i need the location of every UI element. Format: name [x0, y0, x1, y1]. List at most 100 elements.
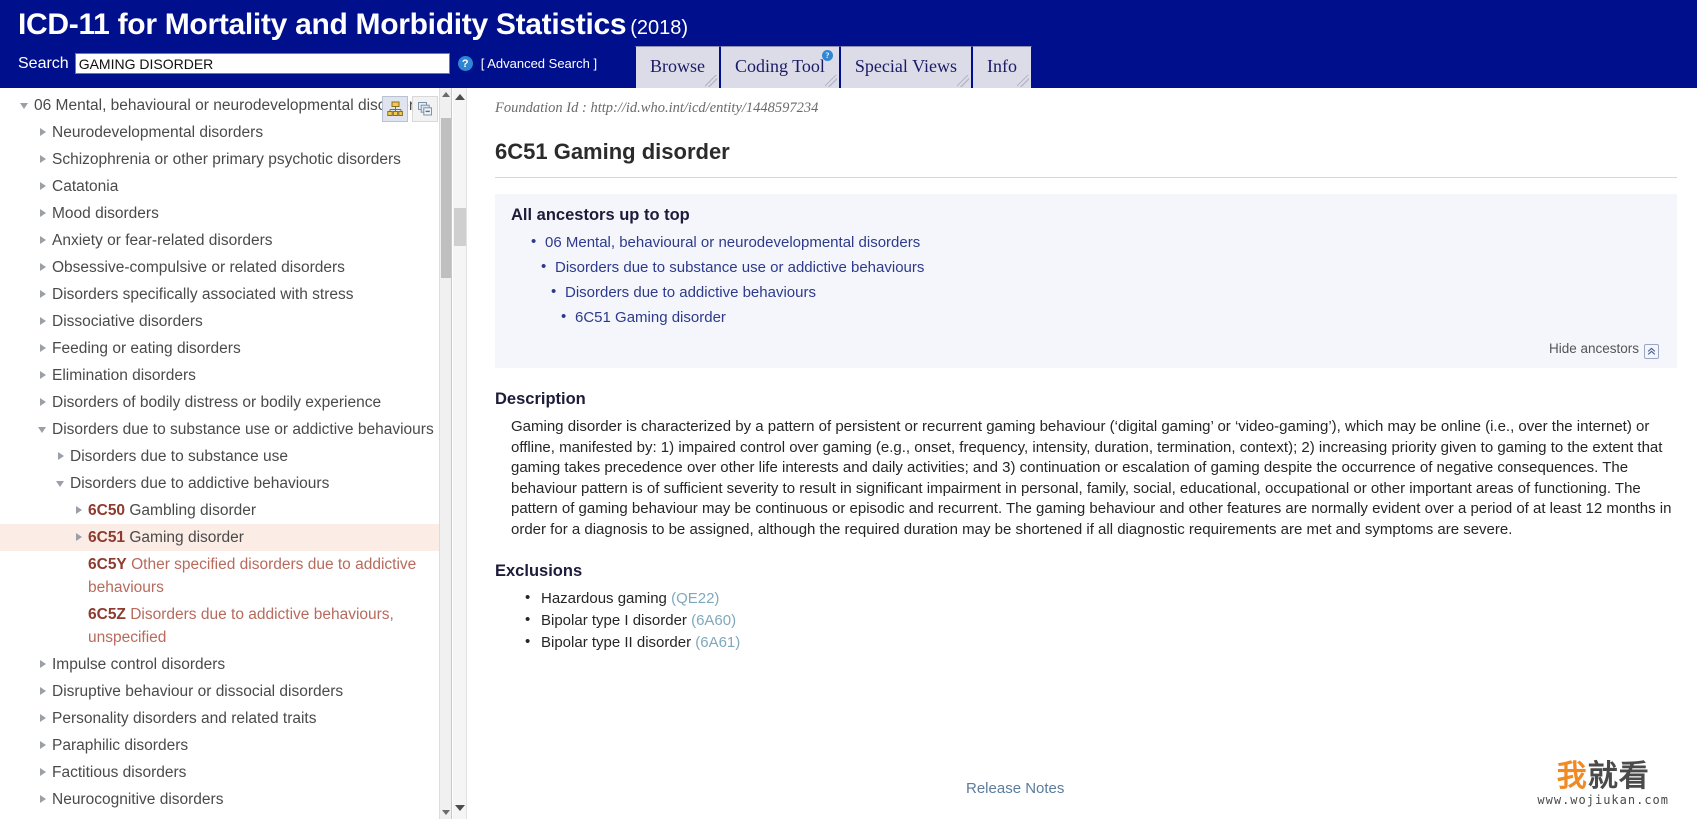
hide-ancestors-toggle[interactable]: Hide ancestors: [511, 333, 1661, 362]
tree-item-text: Disorders due to addictive behaviours, u…: [88, 606, 394, 646]
tree-item-label: Neurodevelopmental disorders: [52, 124, 264, 141]
chevron-right-icon[interactable]: [36, 310, 52, 333]
tree-item[interactable]: Obsessive-compulsive or related disorder…: [0, 254, 440, 281]
tree-item[interactable]: Feeding or eating disorders: [0, 335, 440, 362]
tree-item[interactable]: Neurodevelopmental disorders: [0, 119, 440, 146]
tree-item[interactable]: Impulse control disorders: [0, 651, 440, 678]
tree-item[interactable]: Disruptive behaviour or dissocial disord…: [0, 678, 440, 705]
sidebar-scrollbar-thumb[interactable]: [441, 118, 451, 278]
tree-item-text: Other specified disorders due to addicti…: [88, 556, 417, 596]
tree-item[interactable]: Dissociative disorders: [0, 308, 440, 335]
tab-special-views[interactable]: Special Views: [839, 46, 972, 88]
tree-item[interactable]: Anxiety or fear-related disorders: [0, 227, 440, 254]
chevron-right-icon[interactable]: [36, 761, 52, 784]
tree-item-label: Paraphilic disorders: [52, 737, 189, 754]
tree-item[interactable]: Disorders due to substance use or addict…: [0, 416, 440, 443]
chevron-right-icon[interactable]: [36, 229, 52, 252]
tree-item[interactable]: Neurocognitive disorders: [0, 786, 440, 813]
chevron-right-icon[interactable]: [36, 653, 52, 676]
sidebar-scrollbar[interactable]: [439, 88, 451, 819]
exclusion-label: Bipolar type I disorder: [541, 612, 687, 629]
help-badge-icon[interactable]: ?: [821, 50, 833, 61]
chevron-down-icon[interactable]: [54, 472, 70, 495]
tree-item[interactable]: 6C50 Gambling disorder: [0, 497, 440, 524]
chevron-right-icon[interactable]: [36, 788, 52, 811]
tree-item[interactable]: 06 Mental, behavioural or neurodevelopme…: [0, 92, 440, 119]
release-notes-link[interactable]: Release Notes: [966, 780, 1064, 797]
exclusion-code[interactable]: (6A60): [691, 612, 736, 629]
tree-item-label: Disorders of bodily distress or bodily e…: [52, 394, 382, 411]
resize-grip-icon: [1017, 75, 1029, 87]
collapse-all-icon[interactable]: [412, 96, 438, 122]
detail-scroll-up-icon[interactable]: [453, 90, 467, 104]
chevron-down-icon[interactable]: [36, 418, 52, 441]
chevron-right-icon[interactable]: [72, 499, 88, 522]
app-title-year: (2018): [630, 17, 689, 39]
tree-item[interactable]: 6C5Y Other specified disorders due to ad…: [0, 551, 440, 601]
hierarchy-view-icon[interactable]: [382, 96, 408, 122]
chevron-right-icon[interactable]: [54, 445, 70, 468]
tree-item-label: Personality disorders and related traits: [52, 710, 317, 727]
ancestor-link[interactable]: 06 Mental, behavioural or neurodevelopme…: [531, 232, 1661, 253]
tab-info[interactable]: Info: [972, 46, 1032, 88]
ancestor-link[interactable]: 6C51 Gaming disorder: [561, 307, 1661, 328]
chevron-right-icon[interactable]: [36, 121, 52, 144]
chevron-right-icon[interactable]: [36, 175, 52, 198]
chevron-right-icon[interactable]: [72, 526, 88, 549]
tree-item[interactable]: Disorders of bodily distress or bodily e…: [0, 389, 440, 416]
tree-item-code: 6C5Y: [88, 556, 127, 573]
tree-item-label: 6C51 Gaming disorder: [88, 526, 434, 549]
category-tree-pane: 06 Mental, behavioural or neurodevelopme…: [0, 88, 452, 819]
chevron-right-icon[interactable]: [36, 283, 52, 306]
tab-coding-tool[interactable]: Coding Tool ?: [720, 46, 840, 88]
advanced-search-link[interactable]: [ Advanced Search ]: [481, 56, 597, 71]
detail-scrollbar-thumb[interactable]: [454, 208, 466, 246]
chevron-right-icon[interactable]: [36, 202, 52, 225]
scroll-up-icon[interactable]: [440, 88, 451, 101]
tree-item-label: 6C50 Gambling disorder: [88, 499, 434, 522]
tree-item[interactable]: Catatonia: [0, 173, 440, 200]
tree-item[interactable]: Elimination disorders: [0, 362, 440, 389]
tree-item-text: Gaming disorder: [129, 529, 244, 546]
tree-item[interactable]: Schizophrenia or other primary psychotic…: [0, 146, 440, 173]
tree-item[interactable]: 6C51 Gaming disorder: [0, 524, 440, 551]
tab-browse[interactable]: Browse: [635, 46, 720, 88]
tree-item-label: Impulse control disorders: [52, 656, 226, 673]
tree-item-label: 06 Mental, behavioural or neurodevelopme…: [34, 97, 422, 114]
search-bar: Search ? [ Advanced Search ]: [18, 53, 597, 74]
ancestor-link[interactable]: Disorders due to addictive behaviours: [551, 282, 1661, 303]
tree-item-label: Factitious disorders: [52, 764, 187, 781]
tree-item[interactable]: Disorders due to addictive behaviours: [0, 470, 440, 497]
detail-scrollbar[interactable]: [453, 88, 467, 819]
exclusion-code[interactable]: (6A61): [695, 634, 740, 651]
chevron-right-icon[interactable]: [36, 707, 52, 730]
chevron-right-icon[interactable]: [36, 391, 52, 414]
chevron-right-icon[interactable]: [36, 148, 52, 171]
chevron-right-icon[interactable]: [36, 680, 52, 703]
detail-scroll-down-icon[interactable]: [453, 801, 467, 815]
chevron-right-icon[interactable]: [36, 337, 52, 360]
tree-item[interactable]: Paraphilic disorders: [0, 732, 440, 759]
ancestors-panel: All ancestors up to top 06 Mental, behav…: [495, 194, 1677, 368]
help-icon[interactable]: ?: [457, 56, 473, 71]
chevron-right-icon[interactable]: [36, 734, 52, 757]
search-input[interactable]: [74, 53, 450, 74]
ancestor-link[interactable]: Disorders due to substance use or addict…: [541, 257, 1661, 278]
search-label: Search: [18, 54, 69, 72]
tree-item[interactable]: Mood disorders: [0, 200, 440, 227]
tree-item[interactable]: 6C5Z Disorders due to addictive behaviou…: [0, 601, 440, 651]
tree-item-label: Anxiety or fear-related disorders: [52, 232, 273, 249]
tree-item[interactable]: Factitious disorders: [0, 759, 440, 786]
tree-item[interactable]: Personality disorders and related traits: [0, 705, 440, 732]
exclusion-code[interactable]: (QE22): [671, 590, 719, 607]
tree-item[interactable]: Disorders specifically associated with s…: [0, 281, 440, 308]
chevron-right-icon[interactable]: [36, 256, 52, 279]
tab-browse-label: Browse: [650, 56, 705, 76]
scroll-down-icon[interactable]: [440, 806, 451, 819]
chevron-right-icon[interactable]: [36, 364, 52, 387]
category-tree: 06 Mental, behavioural or neurodevelopme…: [0, 88, 440, 819]
exclusion-item: Bipolar type II disorder (6A61): [511, 632, 1677, 653]
chevron-down-icon[interactable]: [18, 94, 34, 117]
tree-item[interactable]: Disorders due to substance use: [0, 443, 440, 470]
